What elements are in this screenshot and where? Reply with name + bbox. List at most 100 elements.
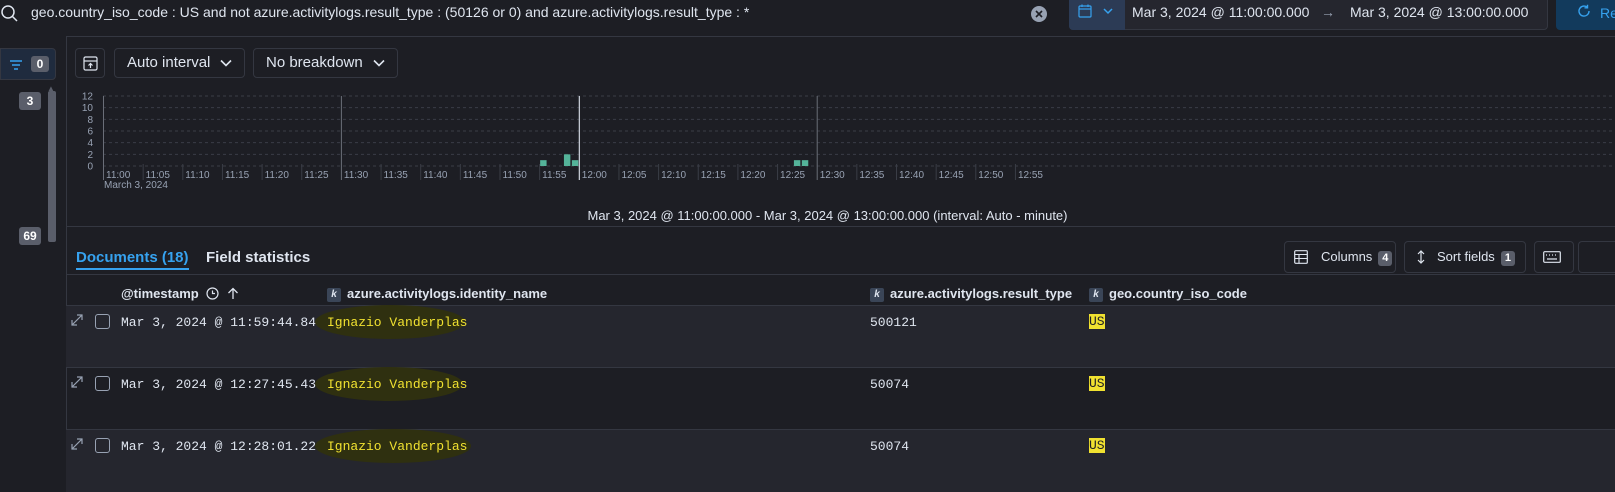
x-tick-label: 12:10	[661, 170, 686, 181]
histogram-bar	[793, 160, 801, 166]
x-axis-date-label: March 3, 2024	[104, 180, 168, 191]
active-tab-indicator	[76, 268, 189, 270]
expand-icon[interactable]	[71, 438, 83, 453]
keyword-type-icon: k	[870, 288, 884, 302]
divider	[66, 226, 1615, 227]
chart-interval-label: Mar 3, 2024 @ 11:00:00.000 - Mar 3, 2024…	[587, 208, 1068, 223]
query-input[interactable]: geo.country_iso_code : US and not azure.…	[31, 4, 749, 20]
table-icon	[1294, 250, 1308, 264]
search-icon	[1, 5, 18, 22]
y-tick-label: 6	[87, 127, 93, 138]
toggle-chart-button[interactable]	[75, 48, 105, 78]
histogram-bar	[540, 160, 547, 166]
y-tick-label: 4	[87, 138, 93, 149]
start-date[interactable]: Mar 3, 2024 @ 11:00:00.000	[1132, 4, 1309, 20]
x-tick-label: 12:00	[582, 170, 607, 181]
sort-ascending-icon[interactable]	[227, 287, 239, 300]
country-cell: US	[1089, 314, 1105, 329]
x-tick-label: 12:50	[978, 170, 1003, 181]
x-tick-label: 12:25	[780, 170, 805, 181]
x-tick-label: 12:35	[859, 170, 884, 181]
divider	[0, 36, 1615, 37]
columns-label: Columns	[1321, 249, 1373, 264]
refresh-icon	[1578, 4, 1590, 17]
identity-name-cell: Ignazio Vanderplas	[327, 315, 468, 330]
y-tick-label: 10	[82, 103, 94, 114]
breakdown-label: No breakdown	[266, 54, 363, 71]
x-tick-label: 11:55	[542, 170, 567, 181]
interval-label: Auto interval	[127, 54, 211, 71]
end-date[interactable]: Mar 3, 2024 @ 13:00:00.000	[1350, 4, 1528, 20]
x-tick-label: 11:10	[185, 170, 210, 181]
keyboard-icon	[1543, 251, 1561, 263]
clear-query-icon[interactable]	[1031, 6, 1047, 22]
x-tick-label: 12:05	[621, 170, 646, 181]
keyboard-button[interactable]	[1534, 241, 1574, 273]
histogram-bar	[801, 160, 809, 166]
breakdown-dropdown[interactable]: No breakdown	[253, 48, 398, 78]
x-tick-label: 12:40	[899, 170, 924, 181]
x-tick-label: 11:15	[225, 170, 250, 181]
fullscreen-button[interactable]	[1578, 241, 1615, 273]
histogram-chart[interactable]: 02468101211:00 11:05 11:10 11:15 11:20 11:25 1…	[66, 88, 1615, 198]
timestamp-cell: Mar 3, 2024 @ 12:28:01.226	[121, 439, 324, 454]
refresh-label: Re	[1600, 5, 1615, 21]
calendar-icon	[1078, 4, 1092, 18]
field-count-badge: 69	[19, 227, 41, 245]
country-cell: US	[1089, 438, 1105, 453]
x-tick-label: 11:35	[384, 170, 409, 181]
result-type-cell: 500121	[870, 315, 917, 330]
tab-field-statistics[interactable]: Field statistics	[206, 249, 310, 266]
x-tick-label: 11:25	[304, 170, 329, 181]
x-tick-label: 12:30	[820, 170, 845, 181]
y-tick-label: 8	[87, 115, 93, 126]
column-header-label: @timestamp	[121, 286, 199, 301]
column-header-timestamp[interactable]: @timestamp	[121, 286, 239, 301]
columns-button[interactable]: Columns 4	[1284, 241, 1396, 273]
column-header-result-type[interactable]: k azure.activitylogs.result_type	[870, 286, 1072, 302]
x-tick-label: 11:20	[265, 170, 290, 181]
x-tick-label: 12:20	[740, 170, 765, 181]
y-tick-label: 2	[87, 150, 93, 161]
x-tick-label: 11:40	[423, 170, 448, 181]
expand-icon[interactable]	[71, 376, 83, 391]
column-header-label: azure.activitylogs.identity_name	[347, 286, 548, 301]
histogram-bar	[563, 154, 571, 166]
divider	[66, 274, 1615, 275]
row-checkbox[interactable]	[95, 438, 110, 453]
x-tick-label: 12:55	[1018, 170, 1043, 181]
y-tick-label: 12	[82, 92, 94, 103]
columns-count: 4	[1378, 251, 1393, 266]
quick-date-button[interactable]	[1069, 0, 1125, 30]
country-cell: US	[1089, 376, 1105, 391]
x-tick-label: 11:50	[503, 170, 528, 181]
filter-icon	[10, 58, 22, 73]
panel-icon	[83, 56, 98, 71]
tab-documents[interactable]: Documents (18)	[76, 249, 189, 266]
expand-icon[interactable]	[71, 314, 83, 329]
row-checkbox[interactable]	[95, 314, 110, 329]
interval-dropdown[interactable]: Auto interval	[114, 48, 246, 78]
timestamp-cell: Mar 3, 2024 @ 11:59:44.841	[121, 315, 324, 330]
result-type-cell: 50074	[870, 439, 910, 454]
sort-count: 1	[1500, 251, 1515, 266]
column-header-label: azure.activitylogs.result_type	[890, 286, 1073, 301]
field-count-badge: 3	[19, 92, 41, 110]
chevron-down-icon	[220, 49, 232, 77]
column-header-label: geo.country_iso_code	[1109, 286, 1247, 301]
keyword-type-icon: k	[1089, 288, 1103, 302]
clock-icon	[206, 287, 219, 300]
keyword-type-icon: k	[327, 288, 341, 302]
sort-fields-label: Sort fields	[1437, 249, 1495, 264]
column-header-identity-name[interactable]: k azure.activitylogs.identity_name	[327, 286, 547, 302]
sort-icon	[1417, 250, 1425, 264]
filter-count-badge: 0	[31, 56, 49, 72]
x-tick-label: 11:30	[344, 170, 369, 181]
result-type-cell: 50074	[870, 377, 910, 392]
identity-name-cell: Ignazio Vanderplas	[327, 377, 468, 392]
row-checkbox[interactable]	[95, 376, 110, 391]
sort-fields-button[interactable]: Sort fields 1	[1404, 241, 1526, 273]
column-header-country[interactable]: k geo.country_iso_code	[1089, 286, 1247, 302]
x-tick-label: 11:45	[463, 170, 488, 181]
histogram-bar	[571, 160, 579, 166]
